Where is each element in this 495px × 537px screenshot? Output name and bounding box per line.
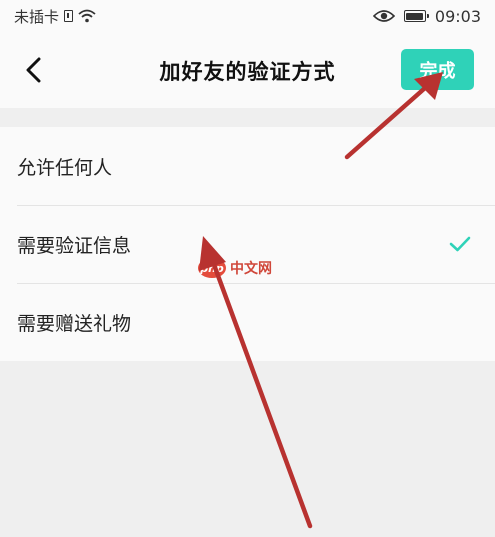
verification-options-list: 允许任何人 需要验证信息 需要赠送礼物 — [0, 127, 495, 361]
option-require-gift[interactable]: 需要赠送礼物 — [0, 283, 495, 361]
option-label: 需要验证信息 — [17, 234, 132, 257]
wifi-icon — [78, 9, 96, 23]
option-label: 需要赠送礼物 — [17, 312, 132, 335]
status-right: 09:03 — [372, 6, 481, 26]
option-allow-anyone[interactable]: 允许任何人 — [0, 127, 495, 205]
clock: 09:03 — [434, 6, 481, 26]
status-left: 未插卡 — [14, 6, 96, 27]
watermark: php 中文网 — [198, 258, 272, 278]
checkmark-icon — [449, 236, 471, 252]
sim-icon — [64, 10, 74, 22]
nav-bar: 加好友的验证方式 完成 — [0, 32, 495, 108]
carrier-label: 未插卡 — [14, 7, 60, 26]
status-bar: 未插卡 09:03 — [0, 0, 495, 32]
option-label: 允许任何人 — [17, 156, 113, 179]
battery-icon — [403, 10, 429, 22]
watermark-text: 中文网 — [230, 261, 272, 277]
done-button[interactable]: 完成 — [401, 49, 474, 90]
eye-icon — [372, 10, 395, 22]
watermark-logo: php — [198, 258, 226, 278]
